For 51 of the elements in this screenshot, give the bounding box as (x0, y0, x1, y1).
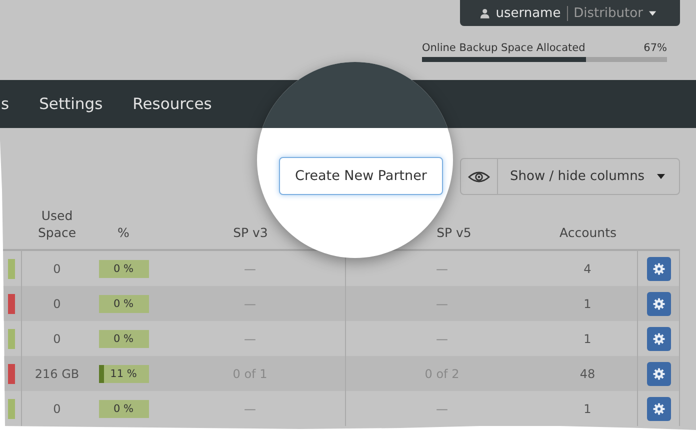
column-header: Used Space (36, 207, 78, 241)
settings-icon (652, 402, 664, 414)
settings-button[interactable] (646, 362, 670, 386)
table-cell: 0 (53, 296, 61, 310)
settings-button[interactable] (646, 396, 670, 420)
table-cell: — (244, 332, 256, 346)
user-menu[interactable]: username Distributor (460, 0, 680, 26)
table-cell: 1 (584, 402, 592, 416)
settings-icon (652, 332, 664, 344)
settings-button[interactable] (646, 256, 670, 280)
table-cell: — (244, 402, 256, 416)
table-cell: 48 (580, 366, 596, 380)
table-cell: 216 GB (34, 366, 80, 380)
eye-icon (468, 170, 490, 182)
user-role: Distributor (574, 6, 643, 20)
usage-bar: 11 % (98, 364, 148, 382)
table-cell: — (436, 402, 448, 416)
caret-icon (657, 174, 665, 179)
settings-icon (652, 262, 664, 274)
nav-link[interactable]: Resources (132, 95, 212, 113)
table-cell: 1 (584, 332, 592, 346)
column-header: Accounts (560, 224, 616, 241)
nav-link[interactable]: Settings (39, 95, 103, 113)
table-cell: — (436, 332, 448, 346)
table-cell: 1 (584, 296, 592, 310)
settings-button[interactable] (646, 326, 670, 350)
usage-bar: 0 % (98, 294, 148, 312)
meter-reading: 67% (644, 42, 667, 54)
table-cell: — (436, 262, 448, 276)
usage-bar: 0 % (98, 330, 148, 348)
caret-icon (648, 10, 656, 16)
username: username (496, 6, 561, 20)
column-header: % (118, 224, 130, 241)
column-header: SP v3 (233, 224, 268, 241)
usage-bar: 0 % (98, 400, 148, 418)
person-icon (480, 8, 490, 18)
table-cell: 0 (53, 332, 61, 346)
column-header: SP v5 (436, 224, 472, 241)
create-button[interactable]: Create New Partner (279, 157, 443, 195)
table-cell: — (244, 296, 256, 310)
settings-icon (652, 368, 664, 380)
settings-button[interactable] (646, 292, 670, 316)
table-cell: — (436, 296, 448, 310)
settings-icon (652, 298, 664, 310)
table-cell: 0 (53, 402, 61, 416)
usage-bar: 0 % (98, 260, 148, 278)
meter-label: Online Backup Space Allocated (422, 42, 586, 54)
nav-link[interactable]: s (1, 95, 10, 113)
table-cell: 0 (53, 262, 61, 276)
table-cell: — (244, 262, 256, 276)
table-cell: 4 (584, 262, 592, 276)
